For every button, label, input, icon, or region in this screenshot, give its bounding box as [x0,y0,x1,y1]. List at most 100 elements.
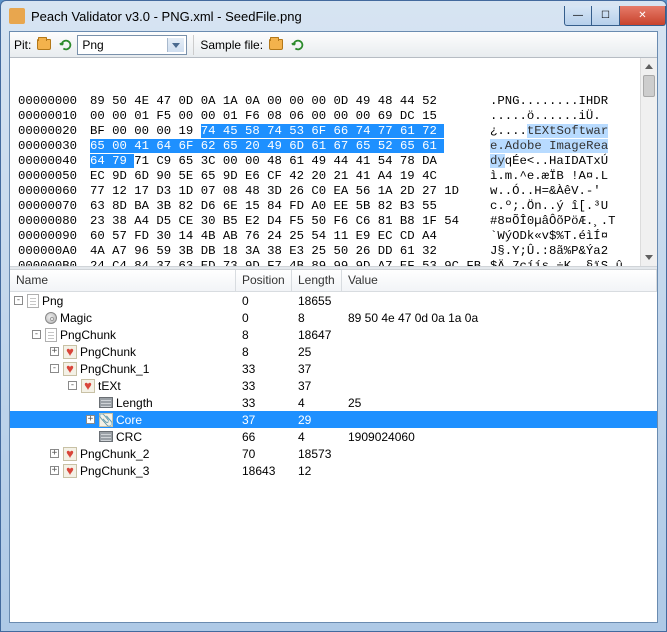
tree-cell-pos: 70 [236,447,292,461]
titlebar[interactable]: Peach Validator v3.0 - PNG.xml - SeedFil… [1,1,666,31]
tree-cell-len: 4 [292,430,342,444]
chevron-down-icon [172,43,180,48]
scroll-up-icon[interactable] [643,59,655,74]
page-icon [27,294,39,308]
col-name[interactable]: Name [10,270,236,291]
tree-toggle[interactable]: - [32,330,41,339]
toolbar: Pit: Png Sample file: [10,32,657,58]
tree-row[interactable]: Length33425 [10,394,657,411]
tree-toggle[interactable]: + [50,347,59,356]
tree-item-label: Core [116,413,142,427]
tree-item-label: PngChunk_3 [80,464,149,478]
block-icon [99,397,113,408]
tree-cell-len: 18647 [292,328,342,342]
tree-item-label: Magic [60,311,92,325]
tree-toggle [86,432,95,441]
heart-icon: ♥ [81,379,95,393]
hex-row[interactable]: 000000B0 24 C4 84 37 63 ED 73 9D F7 4B 8… [18,259,649,266]
tree-toggle[interactable]: - [50,364,59,373]
hex-row[interactable]: 00000000 89 50 4E 47 0D 0A 1A 0A 00 00 0… [18,94,649,109]
tree-row[interactable]: +📎Core3729 [10,411,657,428]
maximize-button[interactable]: ☐ [592,6,620,26]
tree-row[interactable]: -♥tEXt 3337 [10,377,657,394]
tree-cell-len: 18573 [292,447,342,461]
hex-row[interactable]: 00000050 EC 9D 6D 90 5E 65 9D E6 CF 42 2… [18,169,649,184]
tree-pane: Name Position Length Value -Png018655Mag… [10,270,657,622]
hex-row[interactable]: 00000080 23 38 A4 D5 CE 30 B5 E2 D4 F5 5… [18,214,649,229]
tree-cell-pos: 66 [236,430,292,444]
tree-row[interactable]: -PngChunk818647 [10,326,657,343]
tree-cell-pos: 33 [236,362,292,376]
refresh-sample-button[interactable] [287,34,309,56]
tree-cell-val: 89 50 4e 47 0d 0a 1a 0a [342,311,657,325]
minimize-button[interactable]: — [564,6,592,26]
hex-row[interactable]: 00000070 63 8D BA 3B 82 D6 6E 15 84 FD A… [18,199,649,214]
tree-item-label: PngChunk_1 [80,362,149,376]
tree-toggle[interactable]: + [86,415,95,424]
app-window: Peach Validator v3.0 - PNG.xml - SeedFil… [0,0,667,632]
tree-cell-pos: 0 [236,294,292,308]
tree-row[interactable]: + ♥PngChunk_2 7018573 [10,445,657,462]
col-length[interactable]: Length [292,270,342,291]
hex-row[interactable]: 000000A0 4A A7 96 59 3B DB 18 3A 38 E3 2… [18,244,649,259]
tree-item-label: PngChunk_2 [80,447,149,461]
separator [193,35,194,55]
tree-cell-len: 18655 [292,294,342,308]
client-area: Pit: Png Sample file: 00000000 89 50 4E … [9,31,658,623]
tree-toggle[interactable]: + [50,449,59,458]
tree-cell-len: 8 [292,311,342,325]
col-position[interactable]: Position [236,270,292,291]
tree-cell-pos: 0 [236,311,292,325]
open-pit-button[interactable] [33,34,55,56]
tree-cell-val: 1909024060 [342,430,657,444]
tree-row[interactable]: CRC6641909024060 [10,428,657,445]
pit-combo-value: Png [82,38,103,52]
tree-cell-len: 37 [292,362,342,376]
tree-cell-len: 29 [292,413,342,427]
hex-viewer[interactable]: 00000000 89 50 4E 47 0D 0A 1A 0A 00 00 0… [10,58,657,266]
tree-row[interactable]: Magic 0889 50 4e 47 0d 0a 1a 0a [10,309,657,326]
tree-cell-len: 4 [292,396,342,410]
tree-row[interactable]: - Png 018655 [10,292,657,309]
hex-scrollbar[interactable] [640,58,657,266]
hex-row[interactable]: 00000020 BF 00 00 00 19 74 45 58 74 53 6… [18,124,649,139]
block-icon [99,431,113,442]
tree-item-label: tEXt [98,379,121,393]
tree-toggle [32,313,41,322]
tree-cell-pos: 37 [236,413,292,427]
tree-cell-len: 37 [292,379,342,393]
tree-item-label: Length [116,396,153,410]
tree-cell-len: 12 [292,464,342,478]
hex-row[interactable]: 00000030 65 00 41 64 6F 62 65 20 49 6D 6… [18,139,649,154]
tree-cell-pos: 8 [236,345,292,359]
window-title: Peach Validator v3.0 - PNG.xml - SeedFil… [31,9,564,24]
open-sample-button[interactable] [265,34,287,56]
scroll-down-icon[interactable] [643,250,655,265]
hex-row[interactable]: 00000040 64 79 71 C9 65 3C 00 00 48 61 4… [18,154,649,169]
hex-row[interactable]: 00000060 77 12 17 D3 1D 07 08 48 3D 26 C… [18,184,649,199]
tree-item-label: PngChunk [80,345,136,359]
tree-row[interactable]: -♥PngChunk_13337 [10,360,657,377]
tree-toggle[interactable]: - [68,381,77,390]
scroll-thumb[interactable] [643,75,655,97]
hex-row[interactable]: 00000090 60 57 FD 30 14 4B AB 76 24 25 5… [18,229,649,244]
tree-body: -Png018655Magic0889 50 4e 47 0d 0a 1a 0a… [10,292,657,479]
tree-row[interactable]: +♥PngChunk_31864312 [10,462,657,479]
tree-toggle [86,398,95,407]
col-value[interactable]: Value [342,270,657,291]
tree-toggle[interactable]: + [50,466,59,475]
window-buttons: — ☐ ✕ [564,6,666,26]
heart-icon: ♥ [63,345,77,359]
heart-icon: ♥ [63,447,77,461]
hex-row[interactable]: 00000010 00 00 01 F5 00 00 01 F6 08 06 0… [18,109,649,124]
pit-combo[interactable]: Png [77,35,187,55]
tree-item-label: Png [42,294,63,308]
tree-toggle[interactable]: - [14,296,23,305]
refresh-pit-button[interactable] [55,34,77,56]
tree-cell-pos: 33 [236,379,292,393]
page-icon [45,328,57,342]
tree-header: Name Position Length Value [10,270,657,292]
tree-row[interactable]: +♥PngChunk825 [10,343,657,360]
tree-cell-pos: 8 [236,328,292,342]
close-button[interactable]: ✕ [620,6,666,26]
